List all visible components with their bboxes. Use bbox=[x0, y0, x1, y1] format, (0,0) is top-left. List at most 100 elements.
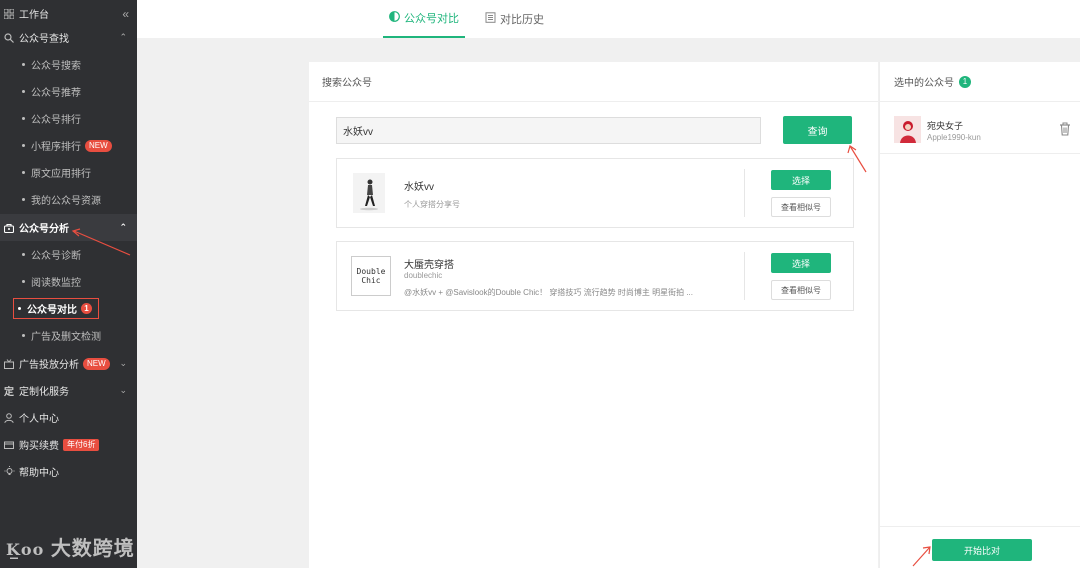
selected-count-badge: 1 bbox=[959, 75, 971, 88]
sidebar-subitem[interactable]: 小程序排行 NEW bbox=[0, 132, 137, 159]
sidebar-item-label: 定制化服务 bbox=[19, 387, 69, 398]
sidebar-subitem-label: 阅读数监控 bbox=[31, 278, 81, 289]
account-thumbnail bbox=[353, 173, 385, 213]
discount-badge: 年付6折 bbox=[63, 438, 100, 451]
trash-icon[interactable] bbox=[1059, 122, 1071, 136]
sidebar-item-ad[interactable]: 广告投放分析 NEW ⌄ bbox=[0, 350, 137, 377]
sidebar-item-user[interactable]: 个人中心 bbox=[0, 404, 137, 431]
tab-label: 公众号对比 bbox=[404, 13, 459, 25]
sidebar-subitem[interactable]: 我的公众号资源 bbox=[0, 186, 137, 213]
divider bbox=[744, 252, 745, 300]
select-button[interactable]: 选择 bbox=[771, 253, 831, 273]
sidebar-subitem-label: 我的公众号资源 bbox=[31, 196, 101, 207]
result-card: Double Chic 大蜃壳穿搭 doublechic @水妖vv + @Sa… bbox=[336, 241, 854, 311]
chevron-down-icon: ⌄ bbox=[119, 358, 127, 368]
half-circle-icon bbox=[389, 11, 400, 25]
bullet-icon bbox=[22, 253, 25, 256]
chevron-down-icon: ⌄ bbox=[119, 385, 127, 395]
sidebar-subitem[interactable]: 公众号搜索 bbox=[0, 51, 137, 78]
custom-icon: 定 bbox=[4, 387, 14, 398]
bullet-icon bbox=[22, 63, 25, 66]
sidebar-item-label: 个人中心 bbox=[19, 414, 59, 425]
sidebar-item-label: 工作台 bbox=[19, 10, 49, 21]
account-name[interactable]: 大蜃壳穿搭 bbox=[404, 256, 454, 271]
grid-icon bbox=[3, 8, 15, 20]
search-icon bbox=[3, 32, 15, 44]
sidebar-subitem[interactable]: 公众号排行 bbox=[0, 105, 137, 132]
selected-panel: 选中的公众号 1 宛央女子 Apple1990-kun 开始比对 bbox=[879, 62, 1080, 568]
sidebar-item-label: 购买续费 bbox=[19, 441, 59, 452]
new-badge: NEW bbox=[83, 357, 110, 370]
divider bbox=[744, 169, 745, 217]
sidebar-subitem[interactable]: 广告及删文检测 bbox=[0, 322, 137, 349]
avatar bbox=[894, 116, 921, 143]
start-compare-button[interactable]: 开始比对 bbox=[932, 539, 1032, 561]
select-button[interactable]: 选择 bbox=[771, 170, 831, 190]
view-similar-button[interactable]: 查看相似号 bbox=[771, 197, 831, 217]
sidebar-subitem[interactable]: 公众号诊断 bbox=[0, 241, 137, 268]
sidebar-item-label: 广告投放分析 bbox=[19, 360, 79, 371]
account-description: 个人穿搭分享号 bbox=[404, 200, 460, 209]
sidebar-item-workbench[interactable]: 工作台 « bbox=[0, 0, 137, 27]
sidebar-item-custom[interactable]: 定 定制化服务 ⌄ bbox=[0, 377, 137, 404]
account-thumbnail: Double Chic bbox=[351, 256, 391, 296]
selected-panel-title: 选中的公众号 bbox=[894, 78, 954, 89]
sidebar: 工作台 « 公众号查找 ⌃ 公众号搜索 公众号推荐 公众号排行 小程序排行 NEW… bbox=[0, 0, 137, 568]
sidebar-item-purchase[interactable]: 购买续费 年付6折 bbox=[0, 431, 137, 458]
card-icon bbox=[3, 439, 15, 451]
sidebar-item-label: 帮助中心 bbox=[19, 468, 59, 479]
selected-panel-header: 选中的公众号 1 bbox=[880, 62, 1080, 102]
sidebar-subitem-label: 公众号对比 bbox=[27, 305, 77, 316]
user-icon bbox=[3, 412, 15, 424]
watermark-logo: K̲oo 大数跨境 bbox=[6, 532, 135, 561]
sidebar-item-label: 公众号查找 bbox=[19, 34, 69, 45]
tab-compare[interactable]: 公众号对比 bbox=[383, 0, 465, 38]
watermark-mark: K̲oo bbox=[6, 540, 45, 559]
bag-icon bbox=[3, 222, 15, 234]
view-similar-button[interactable]: 查看相似号 bbox=[771, 280, 831, 300]
account-name[interactable]: 水妖vv bbox=[404, 178, 434, 193]
sidebar-item-help[interactable]: 帮助中心 bbox=[0, 458, 137, 485]
chevron-up-icon: ⌃ bbox=[119, 222, 127, 232]
selected-account-id: Apple1990-kun bbox=[927, 133, 981, 142]
query-button[interactable]: 查询 bbox=[783, 116, 852, 144]
sidebar-subitem-label: 公众号搜索 bbox=[31, 61, 81, 72]
tab-label: 对比历史 bbox=[500, 14, 544, 26]
ad-icon bbox=[3, 358, 15, 370]
top-tab-bar: 公众号对比 对比历史 bbox=[137, 0, 1080, 38]
search-panel: 搜索公众号 查询 水妖vv 个人穿搭分享号 选择 查看相似号 Double Ch… bbox=[309, 62, 878, 568]
bulb-icon bbox=[3, 466, 15, 478]
tab-history[interactable]: 对比历史 bbox=[485, 0, 544, 38]
count-badge: 1 bbox=[81, 303, 92, 314]
account-id: doublechic bbox=[404, 271, 443, 280]
selected-panel-footer: 开始比对 bbox=[880, 526, 1080, 568]
sidebar-subitem-label: 公众号诊断 bbox=[31, 251, 81, 262]
bullet-icon bbox=[22, 117, 25, 120]
thumbnail-logo-text: Double Chic bbox=[356, 267, 386, 285]
bullet-icon bbox=[22, 198, 25, 201]
panel-title: 搜索公众号 bbox=[309, 62, 878, 102]
chevron-up-icon: ⌃ bbox=[119, 32, 127, 42]
bullet-icon bbox=[22, 171, 25, 174]
sidebar-subitem[interactable]: 公众号推荐 bbox=[0, 78, 137, 105]
sidebar-subitem[interactable]: 原文应用排行 bbox=[0, 159, 137, 186]
sidebar-item-label: 公众号分析 bbox=[19, 224, 69, 235]
double-chevron-left-icon[interactable]: « bbox=[122, 7, 129, 21]
sidebar-item-find[interactable]: 公众号查找 ⌃ bbox=[0, 24, 137, 51]
search-input[interactable] bbox=[336, 117, 761, 144]
bullet-icon bbox=[22, 90, 25, 93]
bullet-icon bbox=[22, 334, 25, 337]
sidebar-subitem-active[interactable]: 公众号对比 1 bbox=[0, 295, 137, 322]
new-badge: NEW bbox=[85, 139, 112, 152]
selected-account-name: 宛央女子 bbox=[927, 121, 964, 131]
sidebar-subitem[interactable]: 阅读数监控 bbox=[0, 268, 137, 295]
sidebar-subitem-label: 公众号推荐 bbox=[31, 88, 81, 99]
bullet-icon bbox=[22, 144, 25, 147]
document-icon bbox=[485, 12, 496, 26]
sidebar-subitem-label: 广告及删文检测 bbox=[31, 332, 101, 343]
sidebar-subitem-label: 公众号排行 bbox=[31, 115, 81, 126]
account-description: @水妖vv + @Savislook的Double Chic！ 穿搭技巧 流行趋… bbox=[404, 288, 693, 297]
sidebar-item-analysis[interactable]: 公众号分析 ⌃ bbox=[0, 214, 137, 241]
bullet-icon bbox=[22, 280, 25, 283]
result-card: 水妖vv 个人穿搭分享号 选择 查看相似号 bbox=[336, 158, 854, 228]
